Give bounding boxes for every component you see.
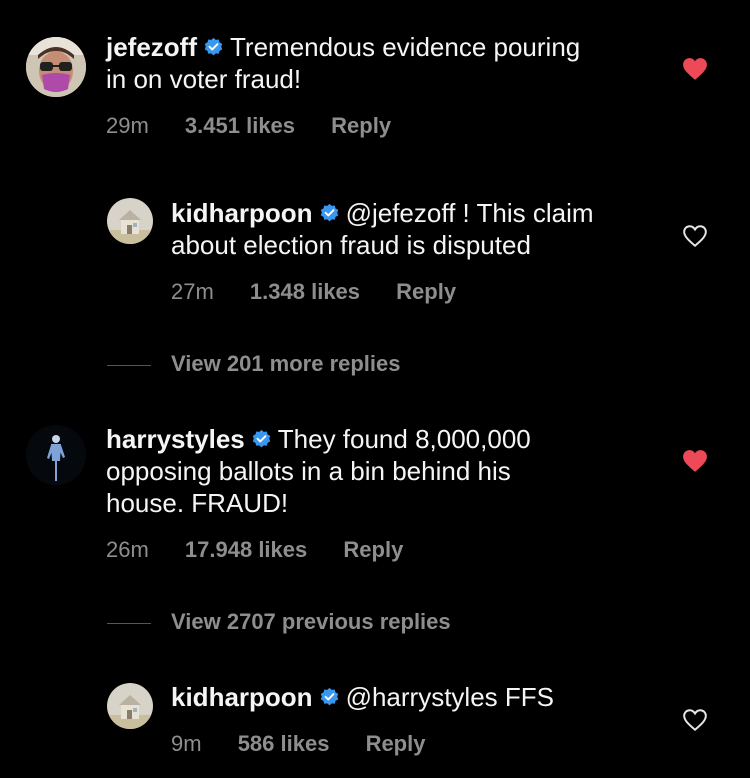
person-with-sunglasses-mask-avatar-icon (26, 37, 86, 97)
reply-button[interactable]: Reply (343, 537, 403, 562)
reply-button[interactable]: Reply (366, 731, 426, 756)
comment-time: 29m (106, 113, 149, 138)
comment-text-line2: opposing ballots in a bin behind his (106, 456, 511, 486)
comment-text-line1: @harrystyles FFS (345, 682, 554, 712)
comment-meta: 27m 1.348 likes Reply (171, 279, 486, 305)
likes-count[interactable]: 3.451 likes (185, 113, 295, 138)
avatar[interactable] (26, 37, 86, 97)
reply-button[interactable]: Reply (396, 279, 456, 304)
avatar[interactable] (107, 198, 153, 244)
heart-filled-icon[interactable] (682, 449, 708, 473)
comment-text-line3: house. FRAUD! (106, 488, 289, 518)
comment-meta: 26m 17.948 likes Reply (106, 537, 433, 563)
view-more-replies-button[interactable]: View 201 more replies (107, 351, 401, 377)
house-avatar-icon (107, 198, 153, 244)
verified-badge-icon (204, 37, 223, 56)
likes-count[interactable]: 17.948 likes (185, 537, 307, 562)
verified-badge-icon (252, 429, 271, 448)
verified-badge-icon (320, 203, 338, 222)
likes-count[interactable]: 586 likes (238, 731, 330, 756)
comment-username[interactable]: jefezoff (106, 32, 197, 62)
comment-text-line1: @jefezoff ! This claim (345, 198, 594, 228)
comment-username[interactable]: harrystyles (106, 424, 245, 454)
comment-meta: 9m 586 likes Reply (171, 731, 455, 757)
avatar[interactable] (26, 425, 86, 485)
reply-button[interactable]: Reply (331, 113, 391, 138)
comment-text-line2: about election fraud is disputed (171, 230, 531, 260)
avatar[interactable] (107, 683, 153, 729)
comment-text-line2: in on voter fraud! (106, 64, 302, 94)
comment-username[interactable]: kidharpoon (171, 682, 313, 712)
comment-username[interactable]: kidharpoon (171, 198, 313, 228)
house-avatar-icon (107, 683, 153, 729)
verified-badge-icon (320, 687, 338, 706)
comment-text-line1: Tremendous evidence pouring (230, 32, 581, 62)
standing-figure-avatar-icon (26, 425, 86, 485)
comment-time: 26m (106, 537, 149, 562)
heart-outline-icon[interactable] (682, 708, 708, 732)
heart-outline-icon[interactable] (682, 224, 708, 248)
comment-meta: 29m 3.451 likes Reply (106, 113, 421, 139)
divider (107, 364, 151, 366)
view-previous-replies-button[interactable]: View 2707 previous replies (107, 609, 451, 635)
heart-filled-icon[interactable] (682, 57, 708, 81)
divider (107, 622, 151, 624)
comment-text-line1: They found 8,000,000 (277, 424, 531, 454)
comment-time: 9m (171, 731, 202, 756)
likes-count[interactable]: 1.348 likes (250, 279, 360, 304)
view-more-label: View 2707 previous replies (171, 609, 451, 634)
view-more-label: View 201 more replies (171, 351, 401, 376)
comment-time: 27m (171, 279, 214, 304)
